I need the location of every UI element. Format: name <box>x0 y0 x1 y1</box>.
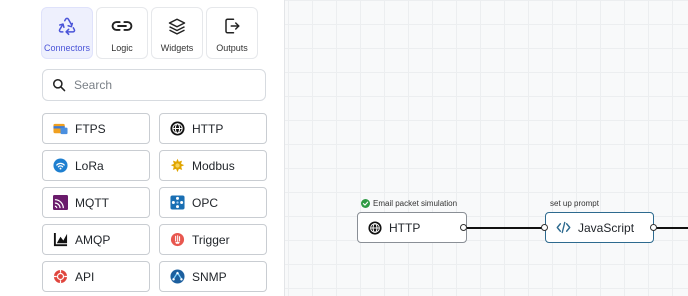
globe-icon <box>170 121 185 136</box>
snmp-icon <box>170 269 185 284</box>
wifi-icon <box>53 158 68 173</box>
node-caption: Email packet simulation <box>361 199 457 208</box>
connector-trigger[interactable]: Trigger <box>159 224 267 255</box>
link-icon <box>110 16 134 36</box>
node-caption-text: Email packet simulation <box>373 199 458 208</box>
opc-icon <box>170 195 185 210</box>
modbus-icon <box>170 158 185 173</box>
connector-label: FTPS <box>75 121 106 136</box>
search-icon <box>52 78 66 92</box>
trigger-icon <box>170 232 185 247</box>
flow-node-javascript[interactable]: JavaScript <box>545 212 654 243</box>
connector-lora[interactable]: LoRa <box>42 150 150 181</box>
api-icon <box>53 269 68 284</box>
connectors-panel: Connectors Logic Widgets Outputs Search … <box>0 0 285 296</box>
connector-label: Trigger <box>192 232 230 247</box>
connector-label: AMQP <box>75 232 111 247</box>
connector-label: Modbus <box>192 158 235 173</box>
connector-snmp[interactable]: SNMP <box>159 261 267 292</box>
connector-modbus[interactable]: Modbus <box>159 150 267 181</box>
amqp-icon <box>53 232 68 247</box>
mqtt-icon <box>53 195 68 210</box>
tab-outputs[interactable]: Outputs <box>206 7 258 59</box>
connector-api[interactable]: API <box>42 261 150 292</box>
connector-label: HTTP <box>192 121 224 136</box>
ftps-icon <box>53 121 68 136</box>
search-input[interactable] <box>72 77 256 93</box>
connection-edge[interactable] <box>654 227 688 229</box>
tab-widgets[interactable]: Widgets <box>151 7 203 59</box>
globe-icon <box>368 220 382 235</box>
connection-edge[interactable] <box>467 227 545 229</box>
recycle-icon <box>55 16 79 36</box>
tab-logic[interactable]: Logic <box>96 7 148 59</box>
connector-mqtt[interactable]: MQTT <box>42 187 150 218</box>
node-caption-text: set up prompt <box>550 199 599 208</box>
connector-label: MQTT <box>75 195 109 210</box>
node-label: HTTP <box>389 220 421 235</box>
connector-label: LoRa <box>75 158 104 173</box>
panel-tabs: Connectors Logic Widgets Outputs <box>41 7 258 59</box>
flow-node-http[interactable]: HTTP <box>357 212 467 243</box>
tab-label: Connectors <box>43 43 91 53</box>
tab-label: Logic <box>111 43 133 53</box>
output-port[interactable] <box>460 224 467 231</box>
connector-amqp[interactable]: AMQP <box>42 224 150 255</box>
tab-label: Outputs <box>216 43 248 53</box>
node-caption: set up prompt <box>550 199 599 208</box>
connector-http[interactable]: HTTP <box>159 113 267 144</box>
connector-label: SNMP <box>192 269 227 284</box>
connector-opc[interactable]: OPC <box>159 187 267 218</box>
export-icon <box>220 16 244 36</box>
connector-label: API <box>75 269 95 284</box>
connector-label: OPC <box>192 195 219 210</box>
search-field[interactable] <box>42 69 266 101</box>
output-port[interactable] <box>650 224 657 231</box>
tab-label: Widgets <box>160 43 194 53</box>
check-circle-icon <box>361 199 370 208</box>
layers-icon <box>165 16 189 36</box>
node-label: JavaScript <box>578 220 635 235</box>
tab-connectors[interactable]: Connectors <box>41 7 93 59</box>
code-icon <box>556 221 571 234</box>
connector-ftps[interactable]: FTPS <box>42 113 150 144</box>
connector-list: FTPS HTTP LoRa Modbus MQTT OPC AMQP Trig… <box>42 113 267 292</box>
input-port[interactable] <box>541 224 548 231</box>
